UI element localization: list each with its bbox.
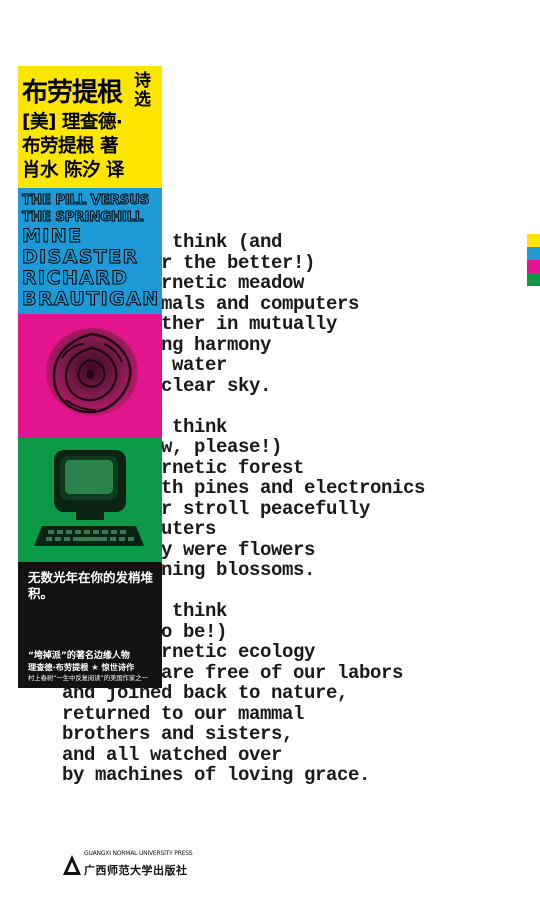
blurb-line-3: 村上春树“一生中反复阅读”的美国作家之一 (28, 675, 148, 682)
book-title-suffix: 诗选 (134, 71, 151, 110)
computer-image (34, 450, 144, 546)
translators-line: 肖水 陈汐 译 (22, 160, 124, 181)
author-line-2: 布劳提根 著 (22, 136, 118, 157)
english-title-line: THE SPRINGHILL (21, 208, 144, 225)
color-swatch (527, 234, 540, 247)
computer-panel (18, 438, 162, 562)
english-title-line: DISASTER (22, 245, 139, 268)
color-swatch (527, 273, 540, 286)
english-title: THE PILL VERSUS THE SPRINGHILL MINE DISA… (21, 192, 160, 310)
poem-line: by machines of loving grace. (62, 764, 371, 786)
english-title-line: RICHARD (21, 266, 129, 289)
english-title-line: THE PILL VERSUS (21, 192, 150, 209)
english-title-line: MINE (21, 224, 83, 247)
book-title-zh: 布劳提根 (22, 78, 123, 108)
english-title-line: BRAUTIGAN (22, 287, 160, 310)
blurb-line-1: “垮掉派”的著名边缘人物 (28, 651, 130, 661)
blurb-line-2: 理查德·布劳提根 ★ 惊世诗作 (28, 662, 135, 672)
poem-line: returned to our mammal (62, 702, 305, 725)
rose-panel (18, 314, 162, 438)
rose-image (46, 328, 138, 416)
publisher-name-zh: 广西师范大学出版社 (84, 864, 188, 877)
cover-title-panel: 布劳提根 诗选 [美] 理查德· 布劳提根 著 肖水 陈汐 译 (18, 66, 162, 188)
publisher-logo-icon (63, 855, 81, 875)
tagline: 无数光年在你的发梢堆积。 (28, 570, 154, 601)
poem-line: brothers and sisters, (62, 723, 294, 745)
poem-line: and all watched over (62, 743, 283, 766)
english-title-panel: THE PILL VERSUS THE SPRINGHILL MINE DISA… (18, 188, 162, 314)
author-line-1: [美] 理查德· (22, 112, 123, 133)
publisher-name-en: GUANGXI NORMAL UNIVERSITY PRESS (84, 850, 193, 857)
blurb-panel: 无数光年在你的发梢堆积。 “垮掉派”的著名边缘人物 理查德·布劳提根 ★ 惊世诗… (18, 562, 162, 688)
color-swatch (527, 247, 540, 260)
color-swatches (527, 234, 540, 286)
publisher-mark: GUANGXI NORMAL UNIVERSITY PRESS 广西师范大学出版… (62, 850, 193, 880)
color-swatch (527, 260, 540, 273)
